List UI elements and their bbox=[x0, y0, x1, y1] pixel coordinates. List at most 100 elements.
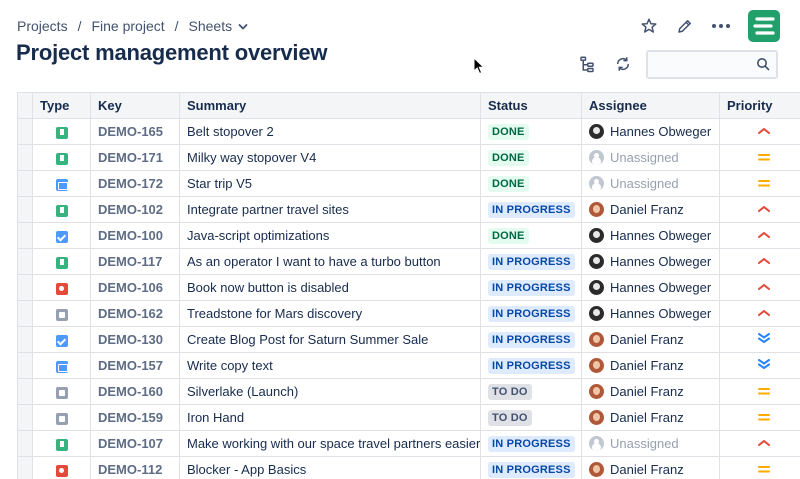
priority-cell[interactable] bbox=[719, 196, 800, 223]
status-cell[interactable]: TO DO bbox=[480, 404, 582, 431]
chevron-down-icon[interactable] bbox=[238, 18, 248, 34]
priority-cell[interactable] bbox=[719, 170, 800, 197]
table-row[interactable]: DEMO-162 Treadstone for Mars discovery IN … bbox=[17, 300, 800, 327]
type-cell[interactable] bbox=[32, 430, 91, 457]
priority-cell[interactable] bbox=[719, 144, 800, 171]
row-handle[interactable] bbox=[17, 118, 33, 145]
column-header-key[interactable]: Key bbox=[90, 92, 180, 119]
status-cell[interactable]: IN PROGRESS bbox=[480, 456, 582, 479]
summary-cell[interactable]: Java-script optimizations bbox=[179, 222, 481, 249]
row-handle[interactable] bbox=[17, 300, 33, 327]
priority-cell[interactable] bbox=[719, 326, 800, 353]
column-header-type[interactable]: Type bbox=[32, 92, 91, 119]
summary-cell[interactable]: Belt stopover 2 bbox=[179, 118, 481, 145]
status-cell[interactable]: DONE bbox=[480, 222, 582, 249]
table-row[interactable]: DEMO-157 Write copy text IN PROGRESS Daniel… bbox=[17, 352, 800, 379]
priority-cell[interactable] bbox=[719, 222, 800, 249]
breadcrumb-project[interactable]: Fine project bbox=[91, 18, 164, 34]
summary-cell[interactable]: Write copy text bbox=[179, 352, 481, 379]
row-handle[interactable] bbox=[17, 326, 33, 353]
assignee-cell[interactable]: Unassigned bbox=[581, 170, 720, 197]
key-cell[interactable]: DEMO-172 bbox=[90, 170, 180, 197]
priority-cell[interactable] bbox=[719, 274, 800, 301]
status-cell[interactable]: IN PROGRESS bbox=[480, 274, 582, 301]
column-header-status[interactable]: Status bbox=[480, 92, 582, 119]
table-row[interactable]: DEMO-165 Belt stopover 2 DONE Hannes Obwege… bbox=[17, 118, 800, 145]
status-cell[interactable]: TO DO bbox=[480, 378, 582, 405]
type-cell[interactable] bbox=[32, 170, 91, 197]
hierarchy-icon[interactable] bbox=[574, 48, 600, 80]
type-cell[interactable] bbox=[32, 248, 91, 275]
status-cell[interactable]: IN PROGRESS bbox=[480, 352, 582, 379]
assignee-cell[interactable]: Daniel Franz bbox=[581, 196, 720, 223]
column-header-summary[interactable]: Summary bbox=[179, 92, 481, 119]
assignee-cell[interactable]: Hannes Obweger bbox=[581, 300, 720, 327]
summary-cell[interactable]: Book now button is disabled bbox=[179, 274, 481, 301]
key-cell[interactable]: DEMO-165 bbox=[90, 118, 180, 145]
row-handle[interactable] bbox=[17, 430, 33, 457]
type-cell[interactable] bbox=[32, 144, 91, 171]
key-cell[interactable]: DEMO-107 bbox=[90, 430, 180, 457]
priority-cell[interactable] bbox=[719, 352, 800, 379]
row-handle[interactable] bbox=[17, 456, 33, 479]
key-cell[interactable]: DEMO-106 bbox=[90, 274, 180, 301]
row-handle[interactable] bbox=[17, 222, 33, 249]
row-handle[interactable] bbox=[17, 248, 33, 275]
key-cell[interactable]: DEMO-159 bbox=[90, 404, 180, 431]
key-cell[interactable]: DEMO-112 bbox=[90, 456, 180, 479]
star-icon[interactable] bbox=[636, 10, 662, 42]
summary-cell[interactable]: Treadstone for Mars discovery bbox=[179, 300, 481, 327]
assignee-cell[interactable]: Hannes Obweger bbox=[581, 274, 720, 301]
summary-cell[interactable]: Iron Hand bbox=[179, 404, 481, 431]
assignee-cell[interactable]: Unassigned bbox=[581, 144, 720, 171]
summary-cell[interactable]: As an operator I want to have a turbo bu… bbox=[179, 248, 481, 275]
type-cell[interactable] bbox=[32, 300, 91, 327]
table-row[interactable]: DEMO-100 Java-script optimizations DONE Han… bbox=[17, 222, 800, 249]
type-cell[interactable] bbox=[32, 378, 91, 405]
key-cell[interactable]: DEMO-162 bbox=[90, 300, 180, 327]
status-cell[interactable]: IN PROGRESS bbox=[480, 430, 582, 457]
table-row[interactable]: DEMO-159 Iron Hand TO DO Daniel Franz bbox=[17, 404, 800, 431]
more-icon[interactable] bbox=[708, 10, 734, 42]
key-cell[interactable]: DEMO-171 bbox=[90, 144, 180, 171]
type-cell[interactable] bbox=[32, 118, 91, 145]
pencil-icon[interactable] bbox=[672, 10, 698, 42]
table-row[interactable]: DEMO-160 Silverlake (Launch) TO DO Daniel F… bbox=[17, 378, 800, 405]
table-row[interactable]: DEMO-172 Star trip V5 DONE Unassigned bbox=[17, 170, 800, 197]
priority-cell[interactable] bbox=[719, 430, 800, 457]
priority-cell[interactable] bbox=[719, 248, 800, 275]
status-cell[interactable]: IN PROGRESS bbox=[480, 300, 582, 327]
type-cell[interactable] bbox=[32, 274, 91, 301]
row-handle[interactable] bbox=[17, 404, 33, 431]
status-cell[interactable]: DONE bbox=[480, 118, 582, 145]
search-icon[interactable] bbox=[756, 57, 770, 76]
assignee-cell[interactable]: Hannes Obweger bbox=[581, 222, 720, 249]
assignee-cell[interactable]: Hannes Obweger bbox=[581, 248, 720, 275]
summary-cell[interactable]: Silverlake (Launch) bbox=[179, 378, 481, 405]
type-cell[interactable] bbox=[32, 196, 91, 223]
table-row[interactable]: DEMO-171 Milky way stopover V4 DONE Unassig… bbox=[17, 144, 800, 171]
status-cell[interactable]: IN PROGRESS bbox=[480, 196, 582, 223]
summary-cell[interactable]: Blocker - App Basics bbox=[179, 456, 481, 479]
status-cell[interactable]: DONE bbox=[480, 144, 582, 171]
summary-cell[interactable]: Create Blog Post for Saturn Summer Sale bbox=[179, 326, 481, 353]
priority-cell[interactable] bbox=[719, 300, 800, 327]
type-cell[interactable] bbox=[32, 222, 91, 249]
column-header-assignee[interactable]: Assignee bbox=[581, 92, 720, 119]
type-cell[interactable] bbox=[32, 404, 91, 431]
summary-cell[interactable]: Make working with our space travel partn… bbox=[179, 430, 481, 457]
assignee-cell[interactable]: Daniel Franz bbox=[581, 326, 720, 353]
assignee-cell[interactable]: Daniel Franz bbox=[581, 352, 720, 379]
assignee-cell[interactable]: Daniel Franz bbox=[581, 378, 720, 405]
refresh-icon[interactable] bbox=[610, 48, 636, 80]
table-row[interactable]: DEMO-117 As an operator I want to have a … bbox=[17, 248, 800, 275]
sheets-logo-icon[interactable] bbox=[748, 10, 780, 42]
type-cell[interactable] bbox=[32, 352, 91, 379]
status-cell[interactable]: IN PROGRESS bbox=[480, 326, 582, 353]
status-cell[interactable]: DONE bbox=[480, 170, 582, 197]
summary-cell[interactable]: Milky way stopover V4 bbox=[179, 144, 481, 171]
priority-cell[interactable] bbox=[719, 456, 800, 479]
column-header-priority[interactable]: Priority bbox=[719, 92, 800, 119]
row-handle[interactable] bbox=[17, 378, 33, 405]
search-input[interactable] bbox=[648, 51, 748, 77]
